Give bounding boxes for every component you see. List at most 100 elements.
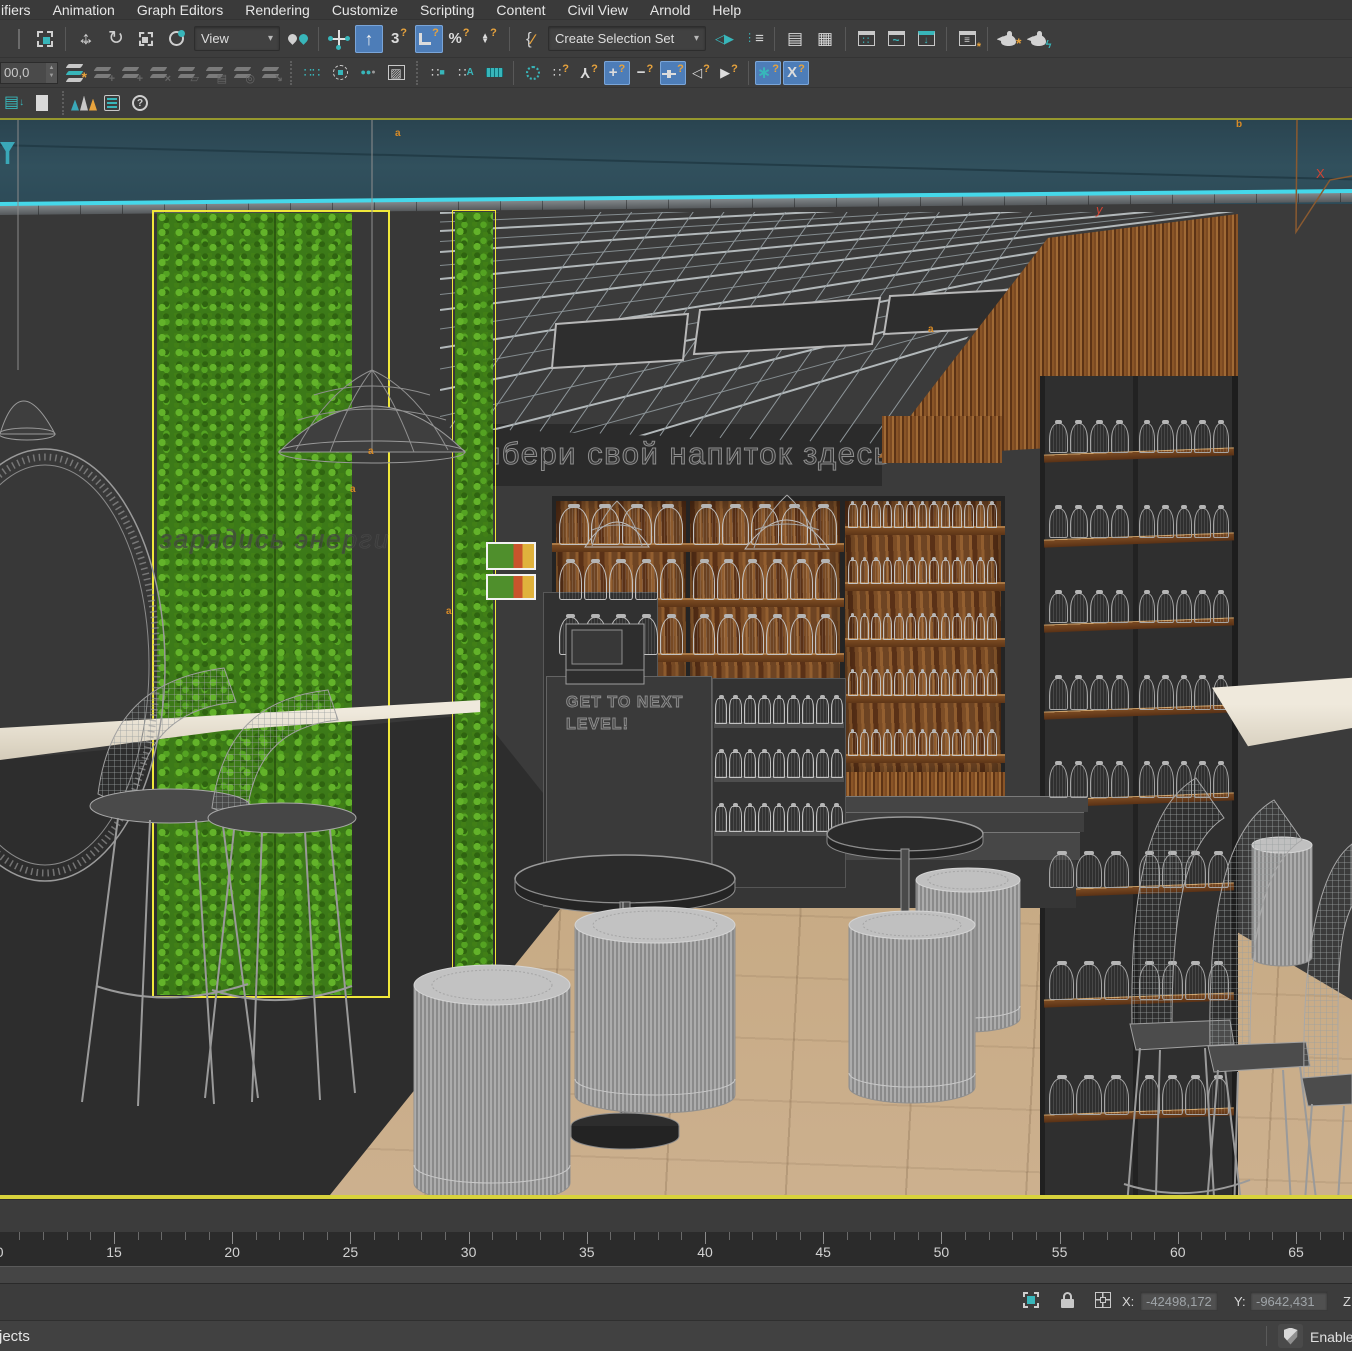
jar xyxy=(787,752,799,778)
jar-shelf-row xyxy=(558,507,684,545)
panel-icon[interactable] xyxy=(29,91,55,115)
copy-layer-icon[interactable]: ▱ xyxy=(173,61,199,85)
jar xyxy=(1070,678,1089,710)
y-coordinate-field[interactable]: -9642,431 xyxy=(1250,1291,1328,1311)
render-production-icon[interactable]: * xyxy=(994,25,1022,53)
add-selection-to-layer-icon[interactable]: + xyxy=(117,61,143,85)
delete-layer-icon[interactable]: × xyxy=(145,61,171,85)
menu-civil-view[interactable]: Civil View xyxy=(556,2,638,18)
angle-snap-icon[interactable]: ? xyxy=(415,25,443,53)
track-bar[interactable] xyxy=(0,1266,1352,1284)
rendered-frame-window-icon[interactable]: ≡* xyxy=(953,25,981,53)
select-and-scale-icon[interactable] xyxy=(132,25,160,53)
snap-circle-icon[interactable] xyxy=(520,61,546,85)
mirror-icon[interactable]: ◁▶ xyxy=(710,25,738,53)
frame-tick xyxy=(1154,1232,1155,1240)
select-objects-in-layer-icon[interactable]: ◎ xyxy=(229,61,255,85)
frame-tick xyxy=(469,1232,470,1244)
select-and-manipulate-icon[interactable] xyxy=(325,25,353,53)
jar xyxy=(591,507,621,545)
keyboard-shortcut-override-icon[interactable]: ↑ xyxy=(355,25,383,53)
jar xyxy=(744,698,756,724)
manage-layers-icon[interactable]: * xyxy=(61,61,87,85)
select-region-icon[interactable] xyxy=(31,25,59,53)
layer-explorer-icon[interactable]: ▦ xyxy=(811,25,839,53)
snap-auto-icon[interactable]: ∷A xyxy=(453,61,479,85)
frame-tick xyxy=(516,1232,517,1240)
snap-ruler-icon[interactable] xyxy=(481,61,507,85)
select-and-place-icon[interactable] xyxy=(162,25,190,53)
spinner-snap-icon[interactable]: ▲▼? xyxy=(475,25,503,53)
menu-graph-editors[interactable]: Graph Editors xyxy=(126,2,234,18)
snap-frozen-icon[interactable]: ∗? xyxy=(755,61,781,85)
selection-center-icon[interactable] xyxy=(327,61,353,85)
spinner-arrows-icon[interactable]: ▲▼ xyxy=(46,63,57,83)
vegetation-icon[interactable] xyxy=(71,91,97,115)
jar xyxy=(871,560,881,584)
paint-selection-icon[interactable]: ▨ xyxy=(383,61,409,85)
named-selection-set-dropdown[interactable]: Create Selection Set▾ xyxy=(548,26,706,51)
absolute-mode-icon[interactable] xyxy=(1094,1291,1112,1309)
curve-editor-icon[interactable]: ~ xyxy=(882,25,910,53)
menu-customize[interactable]: Customize xyxy=(321,2,409,18)
menu-scripting[interactable]: Scripting xyxy=(409,2,485,18)
jar xyxy=(906,560,916,584)
menu-rendering[interactable]: Rendering xyxy=(234,2,321,18)
help-icon[interactable]: ? xyxy=(127,91,153,115)
snap-to-endpoint-icon[interactable]: −? xyxy=(632,61,658,85)
paste-layer-icon[interactable]: ▤ xyxy=(201,61,227,85)
spinner-field[interactable]: 00,0▲▼ xyxy=(0,62,58,84)
toolbar-overflow-icon[interactable] xyxy=(1,25,29,53)
menu-content[interactable]: Content xyxy=(485,2,556,18)
object-marker: a xyxy=(928,324,934,335)
jar xyxy=(1139,764,1155,798)
snap-to-vertex-icon[interactable]: +? xyxy=(604,61,630,85)
render-iterative-icon[interactable]: ϟ xyxy=(1024,25,1052,53)
snap-grid-points-icon[interactable]: ∷? xyxy=(548,61,574,85)
jar xyxy=(787,698,799,724)
snap-to-normal-icon[interactable]: ◁? xyxy=(688,61,714,85)
scene-explorer-icon[interactable]: ▤ xyxy=(781,25,809,53)
frame-tick xyxy=(870,1232,871,1240)
notes-icon[interactable] xyxy=(99,91,125,115)
snap-to-midpoint-icon[interactable]: ? xyxy=(660,61,686,85)
frame-tick xyxy=(540,1232,541,1240)
align-icon[interactable]: ⋮≡ xyxy=(740,25,768,53)
jar xyxy=(906,504,916,528)
layer-stack-icon[interactable]: ▤↓ xyxy=(1,91,27,115)
x-coordinate-field[interactable]: -42498,172 xyxy=(1140,1291,1218,1311)
snap-to-face-icon[interactable]: ▶? xyxy=(716,61,742,85)
timeline-ruler[interactable]: 101520253035404550556065 xyxy=(0,1232,1352,1266)
perspective-viewport[interactable]: ыбери свой напиток здесь зарядись энерги xyxy=(0,118,1352,1199)
jar-shelf-row xyxy=(1048,854,1130,888)
snap-grid-icon[interactable]: ∷■ xyxy=(425,61,451,85)
use-pivot-point-icon[interactable] xyxy=(284,25,312,53)
jar xyxy=(860,504,870,528)
snap-disable-icon[interactable]: X? xyxy=(783,61,809,85)
reference-coordinate-dropdown[interactable]: View▾ xyxy=(194,26,280,51)
menu-help[interactable]: Help xyxy=(701,2,752,18)
create-new-layer-icon[interactable]: + xyxy=(89,61,115,85)
menu-arnold[interactable]: Arnold xyxy=(639,2,701,18)
frame-tick xyxy=(398,1232,399,1240)
material-editor-icon[interactable]: ∷ xyxy=(852,25,880,53)
edit-named-selection-sets-icon[interactable]: {∕ xyxy=(516,25,544,53)
snap-to-pivot-icon[interactable]: Y? xyxy=(576,61,602,85)
menu-ifiers[interactable]: ifiers xyxy=(0,2,42,18)
soft-selection-icon[interactable]: ●●● xyxy=(355,61,381,85)
menu-animation[interactable]: Animation xyxy=(42,2,126,18)
snap-toggle-3d-icon[interactable]: 3? xyxy=(385,25,413,53)
percent-snap-icon[interactable]: %? xyxy=(445,25,473,53)
jar xyxy=(894,616,904,640)
select-and-move-icon[interactable]: ↔↕ xyxy=(72,25,100,53)
select-and-rotate-icon[interactable]: ↻ xyxy=(102,25,130,53)
security-shield-button[interactable] xyxy=(1278,1324,1303,1348)
jar xyxy=(1157,764,1173,798)
frame-tick xyxy=(67,1232,68,1240)
collapse-layers-icon[interactable]: ↘ xyxy=(257,61,283,85)
array-icon[interactable]: ∷∷ xyxy=(299,61,325,85)
render-setup-icon[interactable]: ↓ xyxy=(912,25,940,53)
lock-icon[interactable] xyxy=(1058,1291,1076,1309)
selection-lock-brackets-icon[interactable] xyxy=(1022,1291,1040,1309)
jar xyxy=(1176,423,1192,453)
